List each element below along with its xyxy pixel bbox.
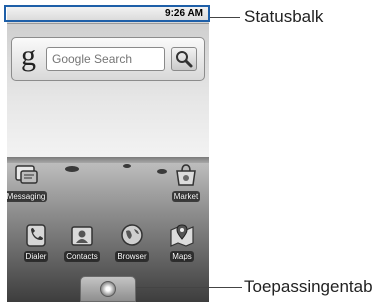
google-logo: g [21, 39, 36, 72]
app-market[interactable]: Market [164, 161, 208, 205]
app-dialer[interactable]: Dialer [14, 221, 58, 265]
google-search-widget[interactable]: g [11, 37, 205, 81]
app-contacts[interactable]: Contacts [60, 221, 104, 265]
app-maps[interactable]: Maps [160, 221, 204, 265]
app-drawer-icon [100, 281, 116, 297]
search-icon [176, 51, 193, 68]
market-icon [172, 161, 200, 189]
dialer-icon [22, 221, 50, 249]
app-label: Messaging [7, 191, 48, 202]
contacts-icon [68, 221, 96, 249]
app-messaging[interactable]: Messaging [7, 161, 48, 205]
callout-line [136, 287, 242, 288]
browser-icon [118, 221, 146, 249]
app-label: Market [171, 191, 201, 202]
wallpaper-rock [65, 166, 79, 172]
app-drawer-tab[interactable] [80, 276, 136, 302]
search-input[interactable] [46, 47, 165, 71]
callout-status-bar: Statusbalk [244, 7, 324, 26]
app-label: Dialer [23, 251, 49, 262]
phone-screen: 9:26 AM g Messaging [7, 6, 209, 302]
app-label: Contacts [64, 251, 100, 262]
callout-app-drawer: Toepassingentab [244, 277, 373, 296]
messaging-icon [12, 161, 40, 189]
app-label: Maps [170, 251, 194, 262]
app-label: Browser [115, 251, 149, 262]
app-browser[interactable]: Browser [110, 221, 154, 265]
callout-line [210, 17, 240, 18]
wallpaper-rock [123, 164, 131, 168]
search-button[interactable] [171, 47, 197, 71]
status-bar-highlight [4, 5, 210, 22]
maps-icon [168, 221, 196, 249]
